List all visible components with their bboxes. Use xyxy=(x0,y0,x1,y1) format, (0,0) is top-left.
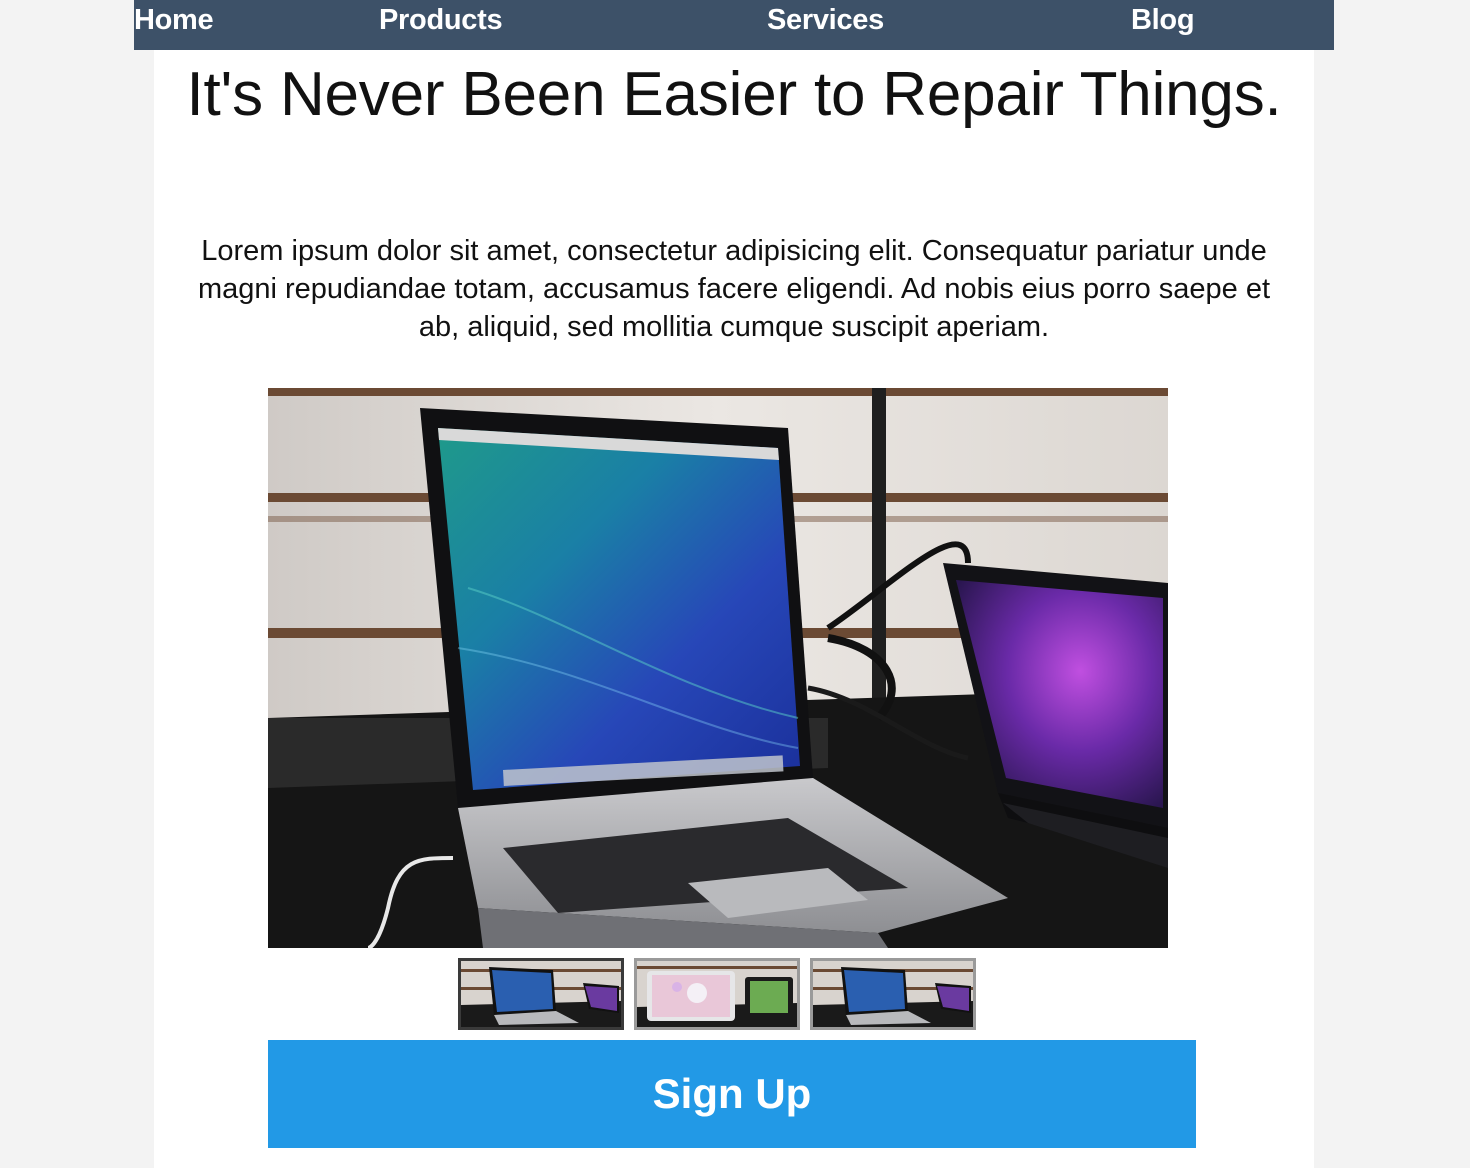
intro-paragraph: Lorem ipsum dolor sit amet, consectetur … xyxy=(197,235,1271,343)
page-headline: It's Never Been Easier to Repair Things. xyxy=(186,60,1282,129)
tablet-thumbnail-image xyxy=(637,961,797,1027)
page: Home Products Services Blog It's Never B… xyxy=(0,0,1470,1168)
top-navigation: Home Products Services Blog xyxy=(134,0,1334,50)
thumbnail-3[interactable] xyxy=(810,958,976,1030)
laptop-thumbnail-image xyxy=(461,961,621,1027)
thumbnail-1[interactable] xyxy=(458,958,624,1030)
hero-image xyxy=(268,388,1168,948)
laptop-thumbnail-image xyxy=(813,961,973,1027)
thumbnail-2[interactable] xyxy=(634,958,800,1030)
hero-laptops-illustration xyxy=(268,388,1168,948)
sign-up-button[interactable]: Sign Up xyxy=(268,1040,1196,1148)
nav-link-products[interactable]: Products xyxy=(379,3,503,37)
main-content: It's Never Been Easier to Repair Things.… xyxy=(154,0,1314,1168)
nav-link-home[interactable]: Home xyxy=(134,3,214,37)
nav-link-blog[interactable]: Blog xyxy=(1131,3,1195,37)
nav-link-services[interactable]: Services xyxy=(767,3,884,37)
image-thumbnail-strip xyxy=(458,958,988,1030)
